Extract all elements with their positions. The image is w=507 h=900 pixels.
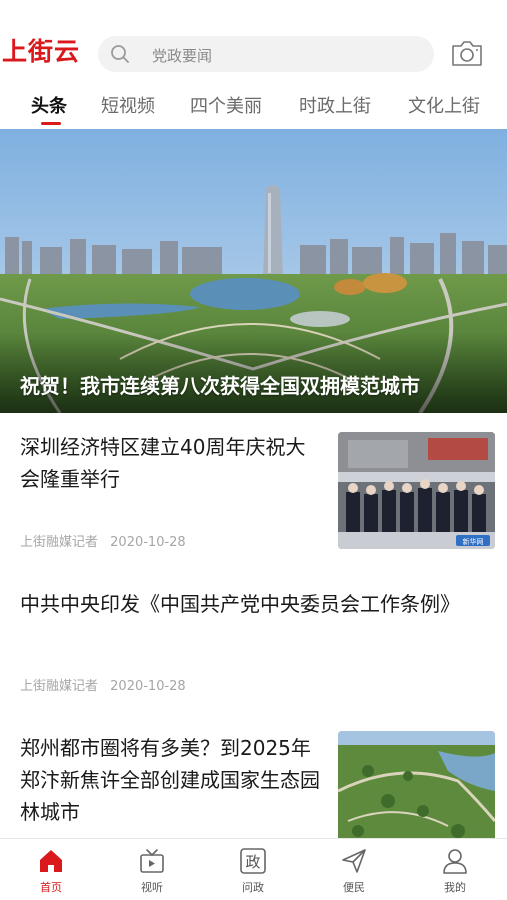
tab-short-video[interactable]: 短视频 [101, 92, 155, 118]
search-icon [111, 45, 129, 63]
tab-culture[interactable]: 文化上街 [408, 92, 480, 118]
svg-text:政: 政 [245, 853, 260, 871]
news-item[interactable]: 深圳经济特区建立40周年庆祝大会隆重举行 上街融媒记者 2020-10-28 新… [0, 413, 507, 566]
news-title: 中共中央印发《中国共产党中央委员会工作条例》 [20, 592, 460, 616]
hero-caption: 祝贺！我市连续第八次获得全国双拥模范城市 [20, 374, 420, 398]
search-placeholder: 党政要闻 [152, 47, 213, 65]
nav-profile[interactable]: 我的 [425, 847, 485, 895]
channel-tabs: 头条 短视频 四个美丽 时政上街 文化上街 [0, 82, 507, 128]
news-title: 郑州都市圈将有多美？到2025年郑汴新焦许全部创建成国家生态园林城市 [20, 736, 320, 824]
nav-services[interactable]: 便民 [324, 847, 384, 895]
top-header: 上街云 党政要闻 [0, 0, 507, 78]
news-title: 深圳经济特区建立40周年庆祝大会隆重举行 [20, 435, 306, 491]
tab-four-beauty[interactable]: 四个美丽 [190, 92, 262, 118]
tab-politics[interactable]: 时政上街 [299, 92, 371, 118]
news-date: 2020-10-28 [110, 679, 186, 694]
news-item[interactable]: 郑州都市圈将有多美？到2025年郑汴新焦许全部创建成国家生态园林城市 [0, 706, 507, 838]
user-icon [443, 849, 467, 874]
news-source: 上街融媒记者 [20, 679, 99, 694]
nav-label: 首页 [40, 881, 62, 894]
active-tab-indicator [41, 122, 61, 125]
nav-label: 问政 [242, 881, 264, 894]
send-icon [342, 849, 366, 873]
news-item[interactable]: 中共中央印发《中国共产党中央委员会工作条例》 上街融媒记者 2020-10-28 [0, 566, 507, 706]
nav-media[interactable]: 视听 [122, 847, 182, 895]
thumb-badge: 新华网 [463, 537, 484, 546]
news-date: 2020-10-28 [110, 535, 186, 550]
news-meta: 上街融媒记者 2020-10-28 [20, 531, 186, 550]
tab-headline[interactable]: 头条 [31, 92, 67, 118]
news-source: 上街融媒记者 [20, 535, 99, 550]
nav-label: 视听 [141, 881, 163, 894]
nav-label: 便民 [343, 881, 365, 894]
nav-label: 我的 [444, 881, 466, 894]
camera-icon[interactable] [450, 38, 484, 68]
hero-banner[interactable]: 祝贺！我市连续第八次获得全国双拥模范城市 [0, 129, 507, 413]
tv-icon [140, 849, 164, 873]
search-bar[interactable]: 党政要闻 [98, 36, 434, 72]
zheng-icon: 政 [240, 848, 266, 874]
home-icon [40, 850, 62, 872]
nav-inquiry[interactable]: 政 问政 [223, 847, 283, 895]
bottom-tab-bar: 首页 视听 政 问政 便民 我的 [0, 838, 507, 900]
news-thumbnail [338, 731, 495, 838]
news-thumbnail: 新华网 [338, 432, 495, 549]
nav-home[interactable]: 首页 [21, 847, 81, 895]
app-logo[interactable]: 上街云 [2, 32, 80, 68]
news-meta: 上街融媒记者 2020-10-28 [20, 675, 186, 694]
